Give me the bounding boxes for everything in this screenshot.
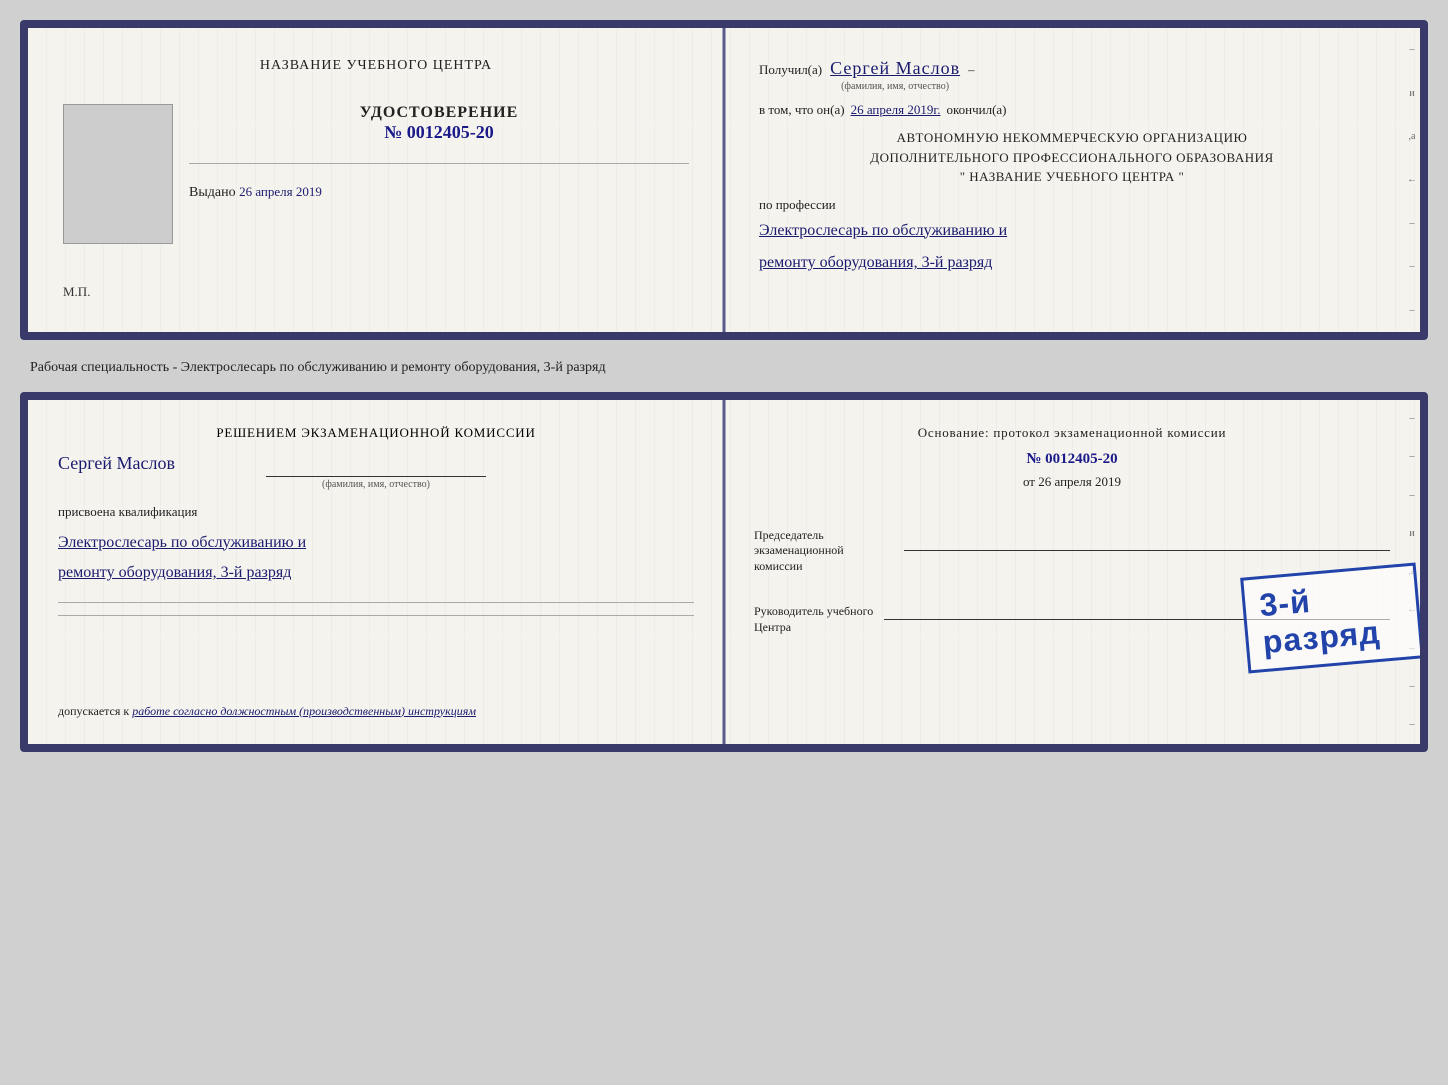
osnovaniye-title: Основание: протокол экзаменационной коми… <box>754 425 1390 441</box>
udost-block: УДОСТОВЕРЕНИЕ № 0012405-20 <box>189 104 689 143</box>
vydano-line: Выдано 26 апреля 2019 <box>189 184 689 201</box>
predsedatel-underline <box>904 550 1390 551</box>
predsedatel-label: Председатель экзаменационной комиссии <box>754 528 894 575</box>
komissia-block: Решением экзаменационной комиссии <box>58 425 694 441</box>
vydano-date: 26 апреля 2019 <box>239 184 322 199</box>
name-underline <box>266 476 486 477</box>
doc-bottom-left-panel: Решением экзаменационной комиссии Сергей… <box>28 400 724 744</box>
poluchil-label: Получил(а) <box>759 62 822 78</box>
kvalif-line2: ремонту оборудования, 3-й разряд <box>58 558 291 588</box>
ot-label: от <box>1023 474 1035 489</box>
vtom-line: в том, что он(а) 26 апреля 2019г. окончи… <box>759 102 1385 118</box>
dopuskaetsya-block: допускается к работе согласно должностны… <box>58 694 476 719</box>
vydano-label: Выдано <box>189 185 236 200</box>
page-container: НАЗВАНИЕ УЧЕБНОГО ЦЕНТРА УДОСТОВЕРЕНИЕ №… <box>20 20 1428 752</box>
vtom-label: в том, что он(а) <box>759 102 845 118</box>
recipient-name: Сергей Маслов <box>830 58 960 78</box>
person-name: Сергей Маслов <box>58 453 694 474</box>
rukovoditel-label: Руководитель учебного Центра <box>754 604 874 635</box>
photo-placeholder <box>63 104 173 244</box>
udost-title: УДОСТОВЕРЕНИЕ <box>189 104 689 122</box>
kvalif-line1: Электрослесарь по обслуживанию и <box>58 528 306 558</box>
separator-line <box>189 163 689 164</box>
doc-top-right-panel: Получил(а) Сергей Маслов (фамилия, имя, … <box>724 28 1420 332</box>
fio-hint-bottom: (фамилия, имя, отчество) <box>58 479 694 490</box>
document-card-top: НАЗВАНИЕ УЧЕБНОГО ЦЕНТРА УДОСТОВЕРЕНИЕ №… <box>20 20 1428 340</box>
protocol-number: № 0012405-20 <box>754 451 1390 468</box>
dash: – <box>968 62 975 78</box>
mp-label: М.П. <box>63 284 90 300</box>
poprofessii-label: по профессии <box>759 197 1385 213</box>
org-line3: " НАЗВАНИЕ УЧЕБНОГО ЦЕНТРА " <box>759 167 1385 187</box>
okonchil-label: окончил(а) <box>946 102 1006 118</box>
ot-date-val: 26 апреля 2019 <box>1038 474 1121 489</box>
sig-sep-1 <box>58 602 694 603</box>
org-line1: АВТОНОМНУЮ НЕКОММЕРЧЕСКУЮ ОРГАНИЗАЦИЮ <box>759 128 1385 148</box>
resheniyem-label: Решением экзаменационной комиссии <box>216 425 535 440</box>
udost-number: № 0012405-20 <box>189 122 689 143</box>
org-block: АВТОНОМНУЮ НЕКОММЕРЧЕСКУЮ ОРГАНИЗАЦИЮ ДО… <box>759 128 1385 187</box>
doc-top-left-panel: НАЗВАНИЕ УЧЕБНОГО ЦЕНТРА УДОСТОВЕРЕНИЕ №… <box>28 28 724 332</box>
document-card-bottom: Решением экзаменационной комиссии Сергей… <box>20 392 1428 752</box>
doc-bottom-right-panel: Основание: протокол экзаменационной коми… <box>724 400 1420 744</box>
fio-hint-top: (фамилия, имя, отчество) <box>830 81 960 92</box>
sig-sep-2 <box>58 615 694 616</box>
top-left-center-title: НАЗВАНИЕ УЧЕБНОГО ЦЕНТРА <box>260 58 492 74</box>
recipient-line: Получил(а) Сергей Маслов (фамилия, имя, … <box>759 58 1385 92</box>
between-label: Рабочая специальность - Электрослесарь п… <box>20 352 1428 380</box>
org-line2: ДОПОЛНИТЕЛЬНОГО ПРОФЕССИОНАЛЬНОГО ОБРАЗО… <box>759 148 1385 168</box>
vtom-date: 26 апреля 2019г. <box>851 102 941 118</box>
profession-line2: ремонту оборудования, 3-й разряд <box>759 249 1385 278</box>
side-decoration-right: – и ,а ← – – – <box>1406 28 1418 332</box>
profession-line1: Электрослесарь по обслуживанию и <box>759 217 1385 246</box>
dopuskaetsya-text: работе согласно должностным (производств… <box>132 704 476 718</box>
dopuskaetsya-label: допускается к <box>58 704 129 718</box>
qualification-stamp: 3-й разряд <box>1240 562 1424 673</box>
ot-date: от 26 апреля 2019 <box>754 474 1390 490</box>
predsedatel-sig-line: Председатель экзаменационной комиссии <box>754 528 1390 575</box>
prisvoena-line: присвоена квалификация <box>58 504 197 520</box>
